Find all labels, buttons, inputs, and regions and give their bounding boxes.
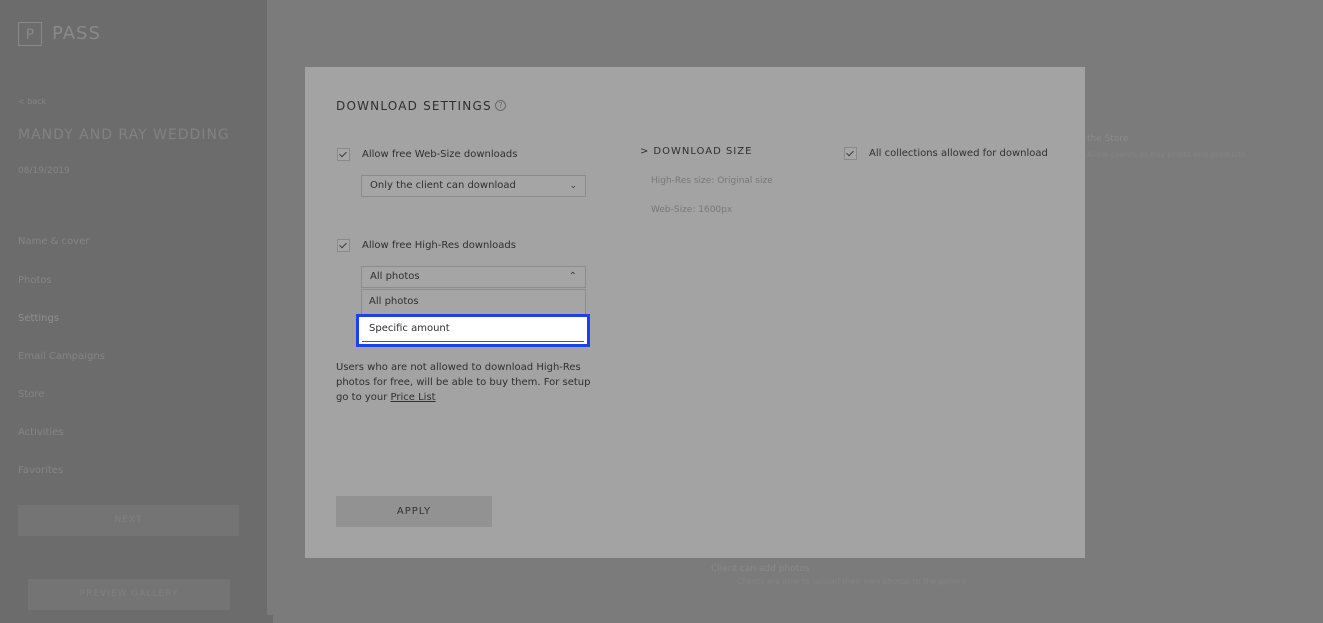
chevron-up-icon: ⌃: [568, 271, 577, 282]
highres-label: Allow free High-Res downloads: [362, 240, 516, 251]
websize-select-value: Only the client can download: [370, 180, 516, 191]
option-specific-amount[interactable]: Specific amount: [356, 314, 590, 347]
sidebar-item-favorites[interactable]: Favorites: [18, 465, 63, 476]
option-all-photos[interactable]: All photos: [362, 290, 585, 314]
sidebar-item-store[interactable]: Store: [18, 389, 44, 400]
sidebar: P PASS < back MANDY AND RAY WEDDING 08/1…: [0, 0, 267, 623]
modal-title: DOWNLOAD SETTINGS: [336, 99, 492, 113]
highres-dropdown-list: All photos Specific amount: [356, 289, 590, 347]
apply-button[interactable]: APPLY: [336, 496, 492, 527]
websize-label: Allow free Web-Size downloads: [362, 149, 518, 160]
highres-select-value: All photos: [370, 271, 420, 282]
sidebar-item-photos[interactable]: Photos: [18, 275, 52, 286]
websize-size-text: Web-Size: 1600px: [651, 205, 733, 215]
highres-select[interactable]: All photos ⌃: [361, 266, 586, 288]
chevron-down-icon: ⌄: [569, 181, 577, 191]
client-add-photos-label: Client can add photos: [711, 564, 810, 574]
sidebar-item-email-campaigns[interactable]: Email Campaigns: [18, 351, 105, 362]
chevron-right-icon: >: [640, 146, 650, 157]
websize-checkbox[interactable]: [337, 148, 350, 161]
download-size-toggle[interactable]: > DOWNLOAD SIZE: [640, 146, 752, 157]
collections-label: All collections allowed for download: [869, 148, 1048, 159]
sidebar-item-activities[interactable]: Activities: [18, 427, 64, 438]
next-button[interactable]: NEXT: [18, 505, 239, 536]
price-list-link[interactable]: Price List: [391, 392, 436, 403]
preview-gallery-button[interactable]: PREVIEW GALLERY: [28, 579, 230, 610]
logo-text: PASS: [52, 23, 101, 44]
highres-size-text: High-Res size: Original size: [651, 176, 773, 186]
question-circle-icon[interactable]: ?: [495, 100, 506, 111]
sidebar-item-settings[interactable]: Settings: [18, 313, 59, 324]
info-text-body: Users who are not allowed to download Hi…: [336, 362, 591, 403]
breadcrumb-back[interactable]: < back: [18, 97, 46, 106]
download-settings-modal: DOWNLOAD SETTINGS ? Allow free Web-Size …: [305, 67, 1085, 558]
sidebar-item-name-cover[interactable]: Name & cover: [18, 236, 89, 247]
websize-select[interactable]: Only the client can download ⌄: [361, 175, 586, 197]
highres-checkbox[interactable]: [337, 239, 350, 252]
client-add-photos-desc: Clients are able to upload their own pho…: [737, 577, 967, 586]
store-setting-desc: Allow clients to buy prints and products: [1087, 150, 1246, 159]
sidebar-edge: [267, 615, 273, 623]
download-size-heading: DOWNLOAD SIZE: [653, 146, 753, 157]
highres-info-text: Users who are not allowed to download Hi…: [336, 360, 596, 405]
gallery-date: 08/19/2019: [18, 166, 70, 176]
collections-checkbox[interactable]: [844, 147, 857, 160]
gallery-title: MANDY AND RAY WEDDING: [18, 127, 230, 143]
logo-mark: P: [18, 22, 42, 46]
store-setting-label: the Store: [1087, 134, 1129, 144]
